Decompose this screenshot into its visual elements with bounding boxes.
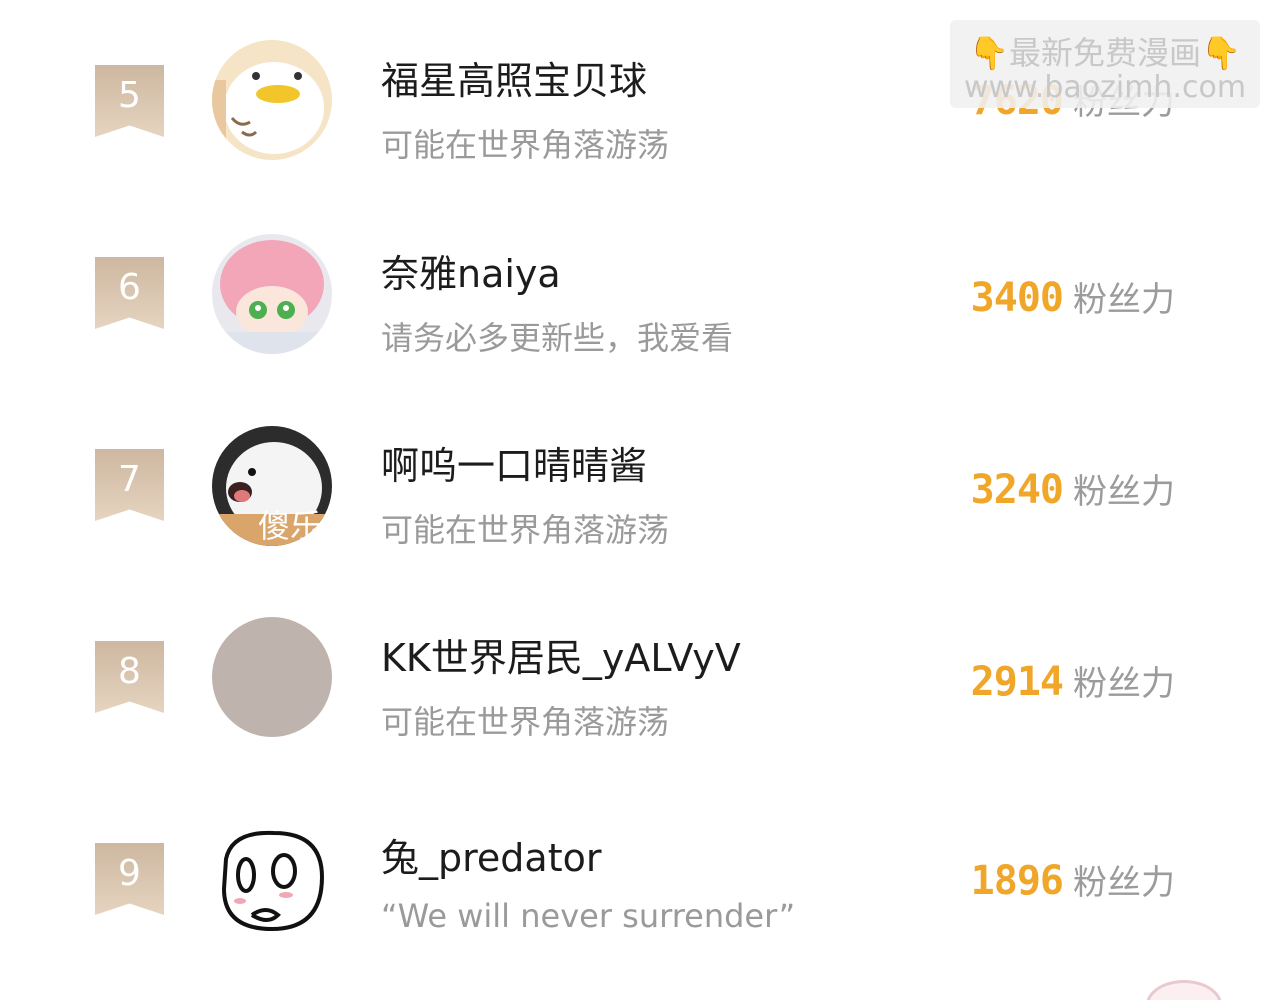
sticker-icon bbox=[1146, 980, 1222, 1000]
pink-hair-plush-avatar[interactable] bbox=[212, 234, 332, 354]
user-signature: 请务必多更新些，我爱看 bbox=[381, 319, 734, 357]
user-name[interactable]: 福星高照宝贝球 bbox=[381, 50, 647, 105]
fan-power-value: 2914 bbox=[970, 659, 1064, 705]
pointing-down-icon: 👇 bbox=[969, 34, 1009, 72]
watermark-text: 最新免费漫画 bbox=[1008, 34, 1201, 72]
list-item[interactable]: 8 KK世界居民_yALVyV 可能在世界角落游荡 2914 粉丝力 bbox=[0, 601, 1280, 751]
fan-ranking-list: 5 福星高照宝贝球 可能在世界角落游荡 7620 粉丝力 6 bbox=[0, 0, 1280, 1000]
watermark-title: 👇最新免费漫画👇 bbox=[950, 28, 1260, 74]
avatar-caption: 傻乐 bbox=[258, 507, 323, 545]
user-name[interactable]: KK世界居民_yALVyV bbox=[381, 627, 741, 682]
user-name[interactable]: 兔_predator bbox=[381, 827, 601, 882]
fan-power-value: 3400 bbox=[970, 275, 1064, 321]
pointing-down-icon: 👇 bbox=[1201, 34, 1241, 72]
fan-power-value: 3240 bbox=[970, 467, 1064, 513]
fan-power: 3240 粉丝力 bbox=[971, 464, 1175, 513]
fan-power: 3400 粉丝力 bbox=[971, 272, 1175, 321]
user-signature: “We will never surrender” bbox=[381, 897, 796, 935]
rank-badge: 8 bbox=[95, 641, 164, 713]
list-item[interactable]: 9 兔_predator “We will never surrender” 1… bbox=[0, 803, 1280, 953]
watermark-url: www.baozimh.com bbox=[963, 70, 1247, 105]
fan-power-value: 1896 bbox=[970, 858, 1064, 904]
gray-avatar[interactable] bbox=[212, 617, 332, 737]
user-signature: 可能在世界角落游荡 bbox=[381, 126, 670, 164]
list-item[interactable]: 7 啊呜一口晴晴酱 可能在世界角落游荡 3240 粉丝力 傻乐 bbox=[0, 409, 1280, 559]
fan-power-unit: 粉丝力 bbox=[1073, 863, 1175, 903]
user-name[interactable]: 奈雅naiya bbox=[381, 243, 561, 298]
rank-badge: 6 bbox=[95, 257, 164, 329]
user-name[interactable]: 啊呜一口晴晴酱 bbox=[381, 435, 647, 490]
fan-power-unit: 粉丝力 bbox=[1073, 280, 1175, 320]
fan-power: 2914 粉丝力 bbox=[971, 656, 1175, 705]
user-signature: 可能在世界角落游荡 bbox=[381, 703, 670, 741]
doodle-face-avatar[interactable] bbox=[212, 819, 332, 939]
user-signature: 可能在世界角落游荡 bbox=[381, 511, 670, 549]
rank-badge: 9 bbox=[95, 843, 164, 915]
fan-power: 1896 粉丝力 bbox=[971, 855, 1175, 904]
rank-badge: 7 bbox=[95, 449, 164, 521]
list-item[interactable]: 6 奈雅naiya 请务必多更新些，我爱看 3400 粉丝力 bbox=[0, 217, 1280, 367]
fan-power-unit: 粉丝力 bbox=[1073, 472, 1175, 512]
duck-avatar[interactable] bbox=[212, 40, 332, 160]
fan-power-unit: 粉丝力 bbox=[1073, 664, 1175, 704]
watermark: 👇最新免费漫画👇 www.baozimh.com bbox=[950, 20, 1260, 108]
rank-badge: 5 bbox=[95, 65, 164, 137]
